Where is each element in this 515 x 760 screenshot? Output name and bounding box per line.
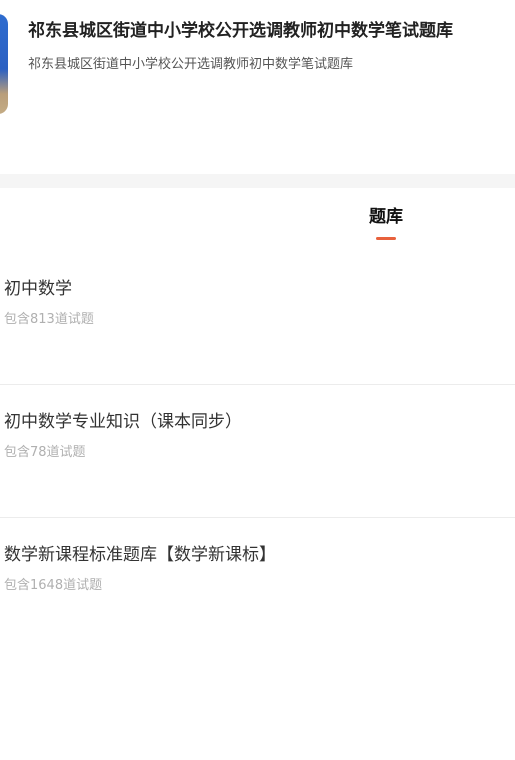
list-item[interactable]: 初中数学 包含813道试题 — [0, 252, 515, 385]
tab-question-bank-label: 题库 — [369, 207, 403, 227]
bank-subtitle: 祁东县城区街道中小学校公开选调教师初中数学笔试题库 — [28, 57, 354, 72]
list-item-count: 包含1648道试题 — [4, 578, 103, 593]
list-item-name: 数学新课程标准题库【数学新课标】 — [4, 545, 276, 565]
list-item[interactable]: 初中数学专业知识（课本同步） 包含78道试题 — [0, 385, 515, 518]
list-item[interactable]: 数学新课程标准题库【数学新课标】 包含1648道试题 — [0, 518, 515, 651]
list-item-name: 初中数学专业知识（课本同步） — [4, 412, 242, 432]
active-tab-indicator — [376, 237, 396, 240]
bank-title: 祁东县城区街道中小学校公开选调教师初中数学笔试题库 — [28, 21, 453, 41]
book-cover-icon — [0, 14, 8, 114]
bank-header: 祁东县城区街道中小学校公开选调教师初中数学笔试题库 祁东县城区街道中小学校公开选… — [0, 0, 515, 134]
tab-question-bank[interactable]: 题库 — [346, 204, 426, 244]
list-item-count: 包含78道试题 — [4, 445, 86, 460]
section-divider — [0, 174, 515, 188]
list-item-count: 包含813道试题 — [4, 312, 94, 327]
list-item-name: 初中数学 — [4, 279, 72, 299]
tab-bar: 题库 — [0, 188, 515, 252]
